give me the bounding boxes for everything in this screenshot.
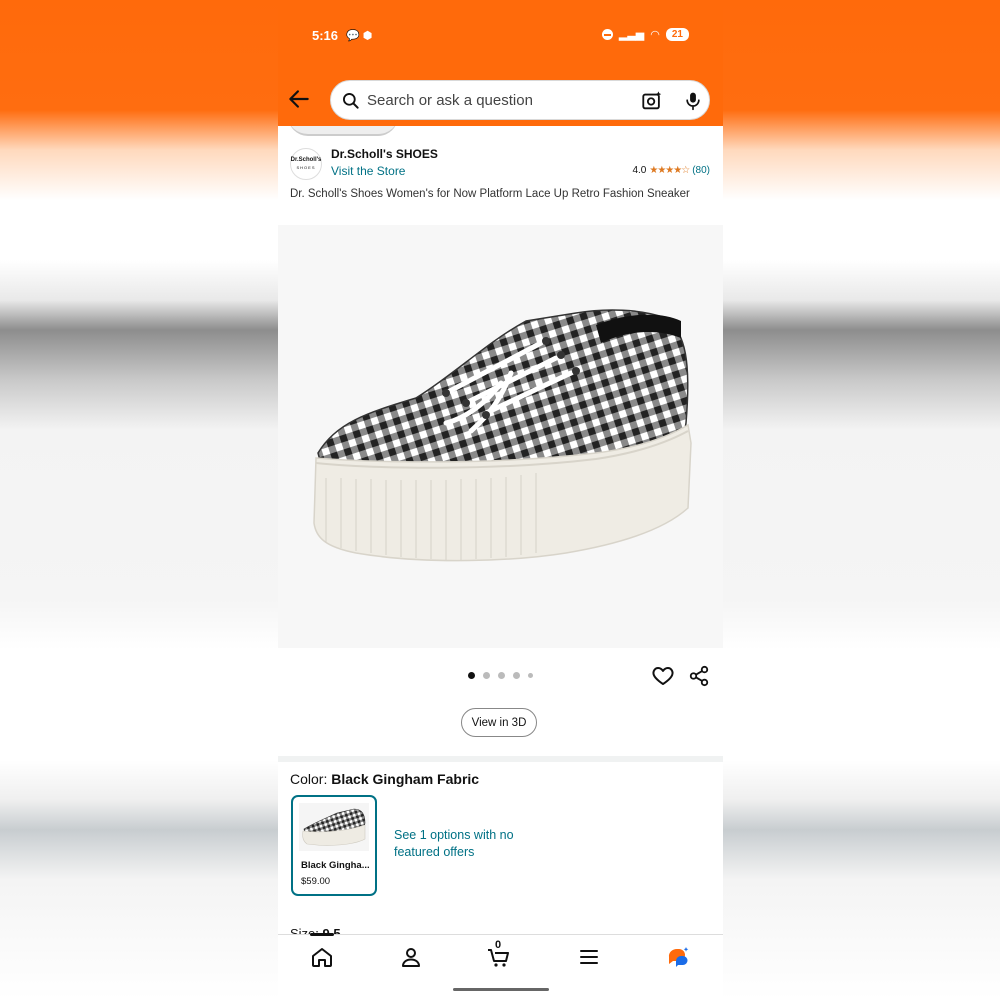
share-icon[interactable] [688, 664, 710, 688]
view-in-3d-button[interactable]: View in 3D [461, 708, 537, 737]
brand-logo-subtext: SHOES [296, 165, 316, 170]
home-indicator-bar [453, 988, 549, 991]
product-image-carousel[interactable] [278, 225, 723, 648]
brand-name: Dr.Scholl's SHOES [331, 147, 438, 161]
status-time: 5:16 [312, 28, 339, 43]
color-selection-label: Color: Black Gingham Fabric [290, 771, 479, 787]
header: 5:16 💬 ⬢ ▂▃▅ ◠ 21 [278, 0, 723, 126]
account-icon[interactable] [399, 945, 423, 969]
swatch-price: $59.00 [301, 876, 331, 887]
active-tab-indicator [310, 933, 334, 936]
carousel-dot[interactable] [468, 672, 475, 679]
search-bar[interactable] [330, 80, 710, 120]
swatch-name: Black Gingha... [301, 860, 370, 871]
brand-logo-text: Dr.Scholl's [290, 157, 322, 163]
previous-item-edge [278, 126, 723, 138]
carousel-indicator [468, 672, 533, 679]
cart-button[interactable]: 0 [487, 939, 511, 969]
rufus-assistant-icon[interactable] [666, 945, 690, 969]
heart-icon[interactable] [651, 664, 675, 688]
back-arrow-icon[interactable] [286, 86, 312, 112]
brand-logo[interactable]: Dr.Scholl's SHOES [290, 148, 322, 180]
wifi-icon: ◠ [650, 29, 660, 41]
product-title: Dr. Scholl's Shoes Women's for Now Platf… [290, 188, 690, 200]
brand-row: Dr.Scholl's SHOES Dr.Scholl's SHOES Visi… [290, 146, 710, 180]
color-swatch[interactable]: Black Gingha... $59.00 [291, 795, 377, 896]
signal-icon: ▂▃▅ [618, 29, 645, 41]
carousel-dot[interactable] [528, 673, 533, 678]
visit-store-link[interactable]: Visit the Store [331, 164, 405, 178]
search-input[interactable] [367, 81, 627, 119]
notification-icons: 💬 ⬢ [346, 30, 373, 42]
phone-screen: 5:16 💬 ⬢ ▂▃▅ ◠ 21 Search or ask a questi… [278, 0, 723, 1000]
color-value: Black Gingham Fabric [331, 771, 480, 787]
rating-value: 4.0 [632, 165, 647, 176]
swatch-shoe-image [299, 803, 369, 851]
star-rating-icon: ★★★★☆ [649, 165, 690, 176]
section-divider [278, 756, 723, 762]
partial-shoe-image [288, 126, 398, 136]
camera-search-icon[interactable] [641, 90, 663, 112]
do-not-disturb-icon [601, 29, 613, 40]
rating-summary[interactable]: 4.0 ★★★★☆ (80) [632, 165, 710, 176]
home-icon[interactable] [310, 945, 334, 969]
product-image [313, 309, 692, 562]
search-icon [343, 93, 359, 109]
menu-icon[interactable] [577, 945, 601, 969]
bottom-navigation: 0 [278, 933, 723, 1000]
rating-count[interactable]: (80) [692, 165, 710, 176]
battery-indicator: 21 [665, 28, 689, 41]
microphone-icon[interactable] [683, 90, 703, 112]
cart-count: 0 [495, 939, 502, 951]
see-options-link[interactable]: See 1 options with no featured offers [394, 827, 544, 861]
carousel-dot[interactable] [498, 672, 505, 679]
carousel-dot[interactable] [483, 672, 490, 679]
carousel-dot[interactable] [513, 672, 520, 679]
color-label: Color: [290, 771, 328, 787]
status-icons: ▂▃▅ ◠ 21 [601, 28, 689, 41]
